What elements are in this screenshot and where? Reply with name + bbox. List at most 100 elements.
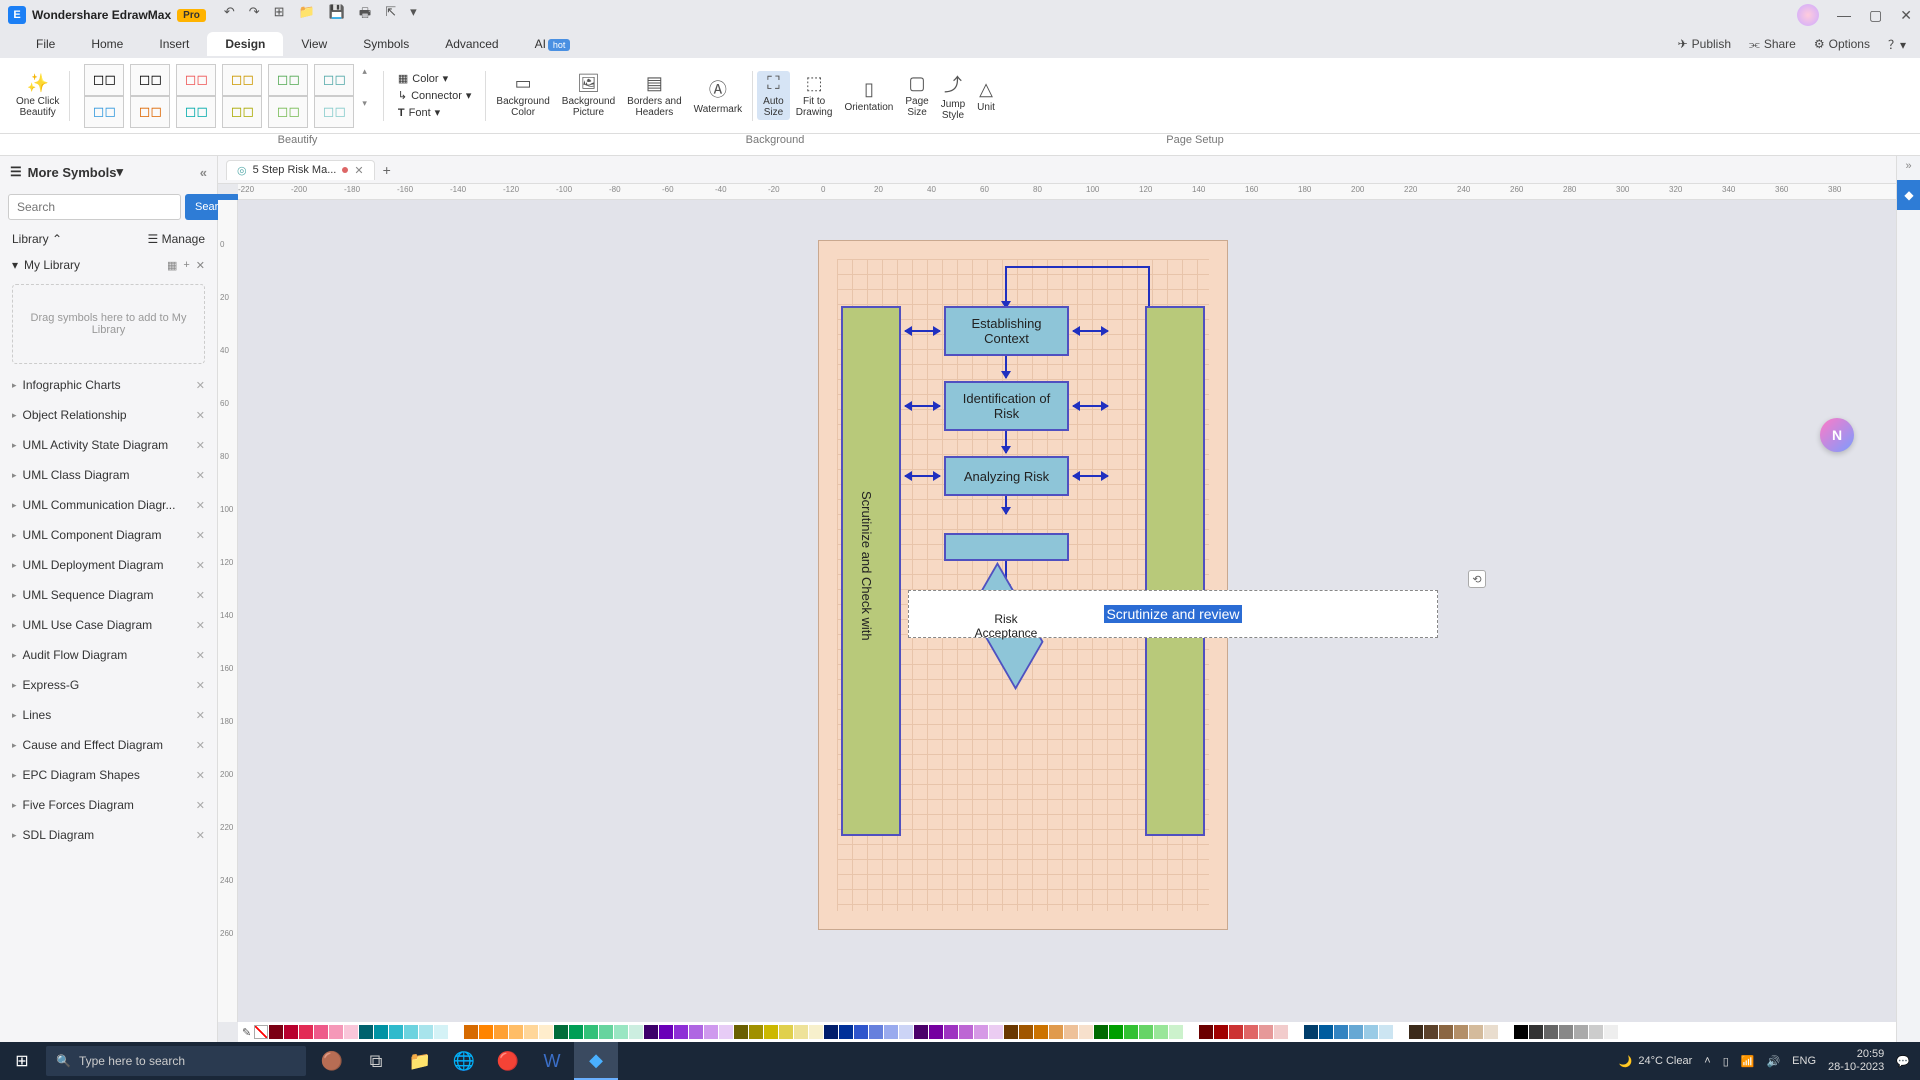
color-swatch[interactable] [1109, 1025, 1123, 1039]
color-swatch[interactable] [749, 1025, 763, 1039]
font-option[interactable]: T Font ▾ [398, 104, 440, 121]
fit-drawing[interactable]: ⬚Fit to Drawing [790, 71, 839, 120]
lib-close-icon[interactable]: ✕ [196, 259, 205, 272]
item-close-icon[interactable]: ✕ [196, 589, 205, 602]
one-click-beautify[interactable]: ✨One Click Beautify [10, 71, 65, 120]
color-swatch[interactable] [1049, 1025, 1063, 1039]
library-item[interactable]: UML Sequence Diagram✕ [0, 580, 217, 610]
bg-color[interactable]: ▭Background Color [490, 71, 555, 120]
color-swatch[interactable] [1319, 1025, 1333, 1039]
options-link[interactable]: ⚙ Options [1814, 36, 1870, 53]
eyedropper-icon[interactable]: ✎ [242, 1026, 251, 1039]
item-close-icon[interactable]: ✕ [196, 559, 205, 572]
lib-grid-icon[interactable]: ▦ [167, 259, 177, 272]
color-swatch[interactable] [1079, 1025, 1093, 1039]
color-swatch[interactable] [299, 1025, 313, 1039]
color-swatch[interactable] [1214, 1025, 1228, 1039]
color-swatch[interactable] [479, 1025, 493, 1039]
color-swatch[interactable] [524, 1025, 538, 1039]
item-close-icon[interactable]: ✕ [196, 649, 205, 662]
menu-design[interactable]: Design [207, 32, 283, 56]
color-swatch[interactable] [404, 1025, 418, 1039]
menu-symbols[interactable]: Symbols [345, 32, 427, 56]
expand-right-icon[interactable]: » [1897, 156, 1920, 172]
theme-11[interactable]: ◻◻ [268, 96, 308, 128]
theme-10[interactable]: ◻◻ [222, 96, 262, 128]
color-swatch[interactable] [1364, 1025, 1378, 1039]
color-swatch[interactable] [959, 1025, 973, 1039]
color-swatch[interactable] [1289, 1025, 1303, 1039]
no-fill[interactable] [254, 1025, 268, 1039]
library-item[interactable]: UML Activity State Diagram✕ [0, 430, 217, 460]
color-swatch[interactable] [1499, 1025, 1513, 1039]
color-swatch[interactable] [389, 1025, 403, 1039]
color-swatch[interactable] [599, 1025, 613, 1039]
right-lane[interactable] [1145, 306, 1205, 836]
edge-icon[interactable]: 🌐 [442, 1042, 486, 1080]
library-item[interactable]: EPC Diagram Shapes✕ [0, 760, 217, 790]
library-item[interactable]: UML Deployment Diagram✕ [0, 550, 217, 580]
help-icon[interactable]: ？▾ [1888, 36, 1906, 53]
connector-option[interactable]: ↳ Connector ▾ [398, 87, 472, 104]
theme-2[interactable]: ◻◻ [130, 64, 170, 96]
publish-link[interactable]: ✈ Publish [1678, 36, 1731, 53]
color-swatch[interactable] [929, 1025, 943, 1039]
color-swatch[interactable] [629, 1025, 643, 1039]
color-swatch[interactable] [494, 1025, 508, 1039]
color-swatch[interactable] [1334, 1025, 1348, 1039]
color-swatch[interactable] [764, 1025, 778, 1039]
box-establishing[interactable]: Establishing Context [944, 306, 1069, 356]
item-close-icon[interactable]: ✕ [196, 469, 205, 482]
theme-12[interactable]: ◻◻ [314, 96, 354, 128]
color-swatch[interactable] [584, 1025, 598, 1039]
library-item[interactable]: UML Communication Diagr...✕ [0, 490, 217, 520]
theme-4[interactable]: ◻◻ [222, 64, 262, 96]
color-swatch[interactable] [1349, 1025, 1363, 1039]
maximize-icon[interactable]: ▢ [1869, 7, 1882, 24]
color-swatch[interactable] [839, 1025, 853, 1039]
share-link[interactable]: ⫘ Share [1749, 36, 1796, 53]
color-swatch[interactable] [434, 1025, 448, 1039]
item-close-icon[interactable]: ✕ [196, 499, 205, 512]
color-swatch[interactable] [1154, 1025, 1168, 1039]
more-icon[interactable]: ▾ [410, 4, 417, 26]
color-option[interactable]: ▦ Color ▾ [398, 70, 448, 87]
user-avatar[interactable] [1797, 4, 1819, 26]
doc-tab[interactable]: ◎ 5 Step Risk Ma... ✕ [226, 160, 375, 180]
tray-chevron-icon[interactable]: ˄ [1704, 1055, 1710, 1067]
color-swatch[interactable] [899, 1025, 913, 1039]
color-swatch[interactable] [1004, 1025, 1018, 1039]
color-swatch[interactable] [1184, 1025, 1198, 1039]
color-swatch[interactable] [1604, 1025, 1618, 1039]
color-swatch[interactable] [374, 1025, 388, 1039]
theme-7[interactable]: ◻◻ [84, 96, 124, 128]
volume-icon[interactable]: 🔊 [1766, 1055, 1780, 1068]
new-icon[interactable]: ⊞ [274, 4, 285, 26]
color-swatch[interactable] [1019, 1025, 1033, 1039]
bg-picture[interactable]: 🖼Background Picture [556, 71, 621, 120]
color-swatch[interactable] [734, 1025, 748, 1039]
item-close-icon[interactable]: ✕ [196, 679, 205, 692]
theme-9[interactable]: ◻◻ [176, 96, 216, 128]
library-item[interactable]: Express-G✕ [0, 670, 217, 700]
color-swatch[interactable] [449, 1025, 463, 1039]
library-item[interactable]: SDL Diagram✕ [0, 820, 217, 850]
color-swatch[interactable] [1454, 1025, 1468, 1039]
item-close-icon[interactable]: ✕ [196, 829, 205, 842]
menu-advanced[interactable]: Advanced [427, 32, 516, 56]
library-item[interactable]: Cause and Effect Diagram✕ [0, 730, 217, 760]
color-swatch[interactable] [284, 1025, 298, 1039]
color-swatch[interactable] [989, 1025, 1003, 1039]
color-swatch[interactable] [884, 1025, 898, 1039]
color-swatch[interactable] [1034, 1025, 1048, 1039]
open-icon[interactable]: 📁 [299, 4, 315, 26]
color-swatch[interactable] [1094, 1025, 1108, 1039]
library-item[interactable]: UML Use Case Diagram✕ [0, 610, 217, 640]
color-swatch[interactable] [329, 1025, 343, 1039]
color-swatch[interactable] [809, 1025, 823, 1039]
menu-view[interactable]: View [283, 32, 345, 56]
color-swatch[interactable] [1619, 1025, 1633, 1039]
theme-3[interactable]: ◻◻ [176, 64, 216, 96]
color-swatch[interactable] [344, 1025, 358, 1039]
word-icon[interactable]: W [530, 1042, 574, 1080]
